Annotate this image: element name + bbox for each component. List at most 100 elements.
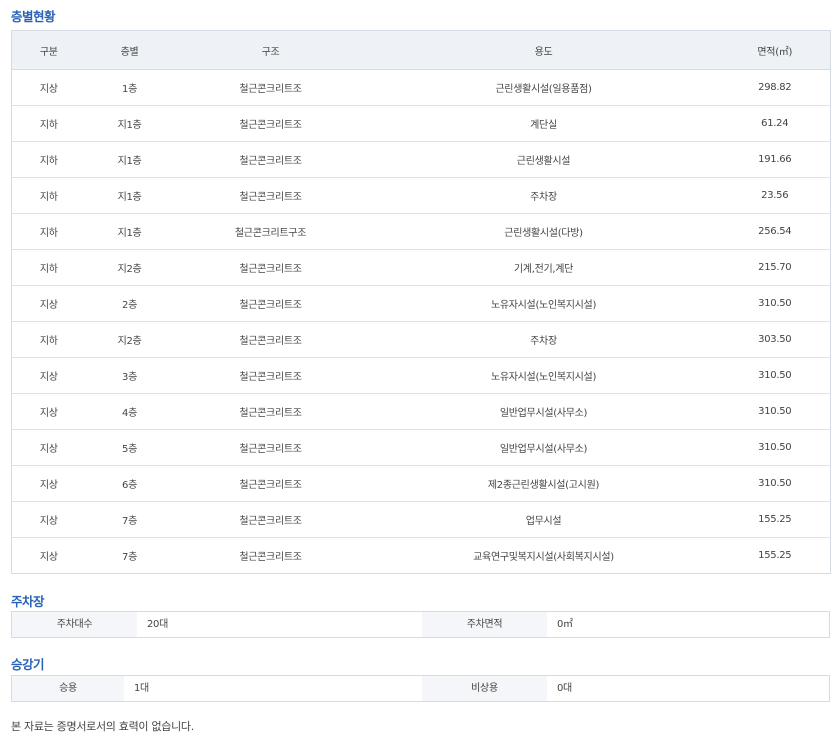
cell-usage: 일반업무시설(사무소) xyxy=(367,393,720,430)
table-row: 지하 지1층 철근콘크리트조 계단실 61.24 xyxy=(11,105,831,142)
cell-floor: 2층 xyxy=(85,285,174,322)
cell-floor: 1층 xyxy=(85,69,174,106)
header-usage: 용도 xyxy=(367,30,720,70)
cell-area: 155.25 xyxy=(758,550,792,561)
cell-usage: 근린생활시설(일용품점) xyxy=(367,69,720,106)
cell-usage: 근린생활시설 xyxy=(367,141,720,178)
parking-area-value: 0㎡ xyxy=(557,619,573,630)
disclaimer-note: 본 자료는 증명서로서의 효력이 없습니다. xyxy=(11,720,194,733)
cell-structure: 철근콘크리트조 xyxy=(173,465,368,502)
table-row: 지상 7층 철근콘크리트조 교육연구및복지시설(사회복지시설) 155.25 xyxy=(12,538,831,574)
cell-area: 310.50 xyxy=(719,357,831,394)
cell-category: 지상 xyxy=(11,393,86,430)
cell-floor: 지1층 xyxy=(85,213,174,250)
cell-area: 191.66 xyxy=(719,141,831,178)
cell-area: 310.50 xyxy=(719,285,831,322)
cell-area: 61.24 xyxy=(719,105,831,142)
cell-area: 298.82 xyxy=(719,69,831,106)
header-area: 면적(㎡) xyxy=(719,30,831,70)
cell-area: 310.50 xyxy=(719,465,831,502)
cell-category: 지하 xyxy=(11,249,86,286)
table-row: 지하 지1층 철근콘크리트조 근린생활시설 191.66 xyxy=(11,141,831,178)
parking-count-value: 20대 xyxy=(147,619,169,630)
floor-status-table: 구분 층별 구조 용도 면적(㎡) 지상 1층 철근콘크리트조 근린생활시설(일용품점… xyxy=(11,30,831,574)
cell-usage: 노유자시설(노인복지시설) xyxy=(367,285,720,322)
cell-floor: 지2층 xyxy=(85,321,174,358)
parking-count-label: 주차대수 xyxy=(12,612,137,637)
cell-category: 지상 xyxy=(11,285,86,322)
cell-structure: 철근콘크리트구조 xyxy=(173,213,368,250)
cell-usage: 제2종근린생활시설(고시원) xyxy=(367,465,720,502)
table-row: 지상 7층 철근콘크리트조 업무시설 155.25 xyxy=(11,501,831,538)
table-row: 지상 5층 철근콘크리트조 일반업무시설(사무소) 310.50 xyxy=(11,429,831,466)
cell-area: 215.70 xyxy=(719,249,831,286)
cell-usage: 노유자시설(노인복지시설) xyxy=(367,357,720,394)
header-category: 구분 xyxy=(11,30,86,70)
table-header-row: 구분 층별 구조 용도 면적(㎡) xyxy=(11,30,831,70)
cell-usage: 주차장 xyxy=(367,177,720,214)
cell-category: 지하 xyxy=(11,321,86,358)
cell-area: 303.50 xyxy=(719,321,831,358)
cell-category: 지상 xyxy=(11,69,86,106)
cell-category: 지상 xyxy=(11,357,86,394)
cell-structure: 철근콘크리트조 xyxy=(173,285,368,322)
parking-title: 주차장 xyxy=(11,594,45,609)
table-row: 지하 지2층 철근콘크리트조 주차장 303.50 xyxy=(11,321,831,358)
cell-floor: 6층 xyxy=(85,465,174,502)
elevator-title: 승강기 xyxy=(11,657,45,672)
cell-floor: 3층 xyxy=(85,357,174,394)
cell-structure: 철근콘크리트조 xyxy=(173,249,368,286)
cell-usage: 근린생활시설(다방) xyxy=(367,213,720,250)
cell-usage: 기계,전기,계단 xyxy=(367,249,720,286)
cell-category: 지상 xyxy=(11,501,86,538)
elevator-passenger-label: 승용 xyxy=(12,676,124,701)
parking-info-box: 주차대수 20대 주차면적 0㎡ xyxy=(11,611,830,638)
cell-area: 23.56 xyxy=(719,177,831,214)
cell-usage: 계단실 xyxy=(367,105,720,142)
table-row: 지상 4층 철근콘크리트조 일반업무시설(사무소) 310.50 xyxy=(11,393,831,430)
cell-floor: 4층 xyxy=(85,393,174,430)
cell-structure: 철근콘크리트조 xyxy=(239,552,302,563)
cell-floor: 5층 xyxy=(85,429,174,466)
header-floor: 층별 xyxy=(85,30,174,70)
elevator-passenger-value: 1대 xyxy=(134,683,149,694)
elevator-emergency-value: 0대 xyxy=(557,683,572,694)
cell-category: 지상 xyxy=(39,552,58,563)
cell-usage: 업무시설 xyxy=(367,501,720,538)
table-row: 지하 지2층 철근콘크리트조 기계,전기,계단 215.70 xyxy=(11,249,831,286)
cell-area: 310.50 xyxy=(719,393,831,430)
cell-structure: 철근콘크리트조 xyxy=(173,105,368,142)
cell-structure: 철근콘크리트조 xyxy=(173,429,368,466)
cell-category: 지하 xyxy=(11,213,86,250)
elevator-info-box: 승용 1대 비상용 0대 xyxy=(11,675,830,702)
table-row: 지하 지1층 철근콘크리트조 주차장 23.56 xyxy=(11,177,831,214)
cell-area: 155.25 xyxy=(719,501,831,538)
cell-category: 지하 xyxy=(11,141,86,178)
floor-status-title: 층별현황 xyxy=(11,9,56,24)
table-row: 지상 6층 철근콘크리트조 제2종근린생활시설(고시원) 310.50 xyxy=(11,465,831,502)
cell-category: 지하 xyxy=(11,177,86,214)
cell-category: 지상 xyxy=(11,429,86,466)
cell-structure: 철근콘크리트조 xyxy=(173,177,368,214)
cell-category: 지상 xyxy=(11,465,86,502)
cell-structure: 철근콘크리트조 xyxy=(173,321,368,358)
cell-usage: 교육연구및복지시설(사회복지시설) xyxy=(473,552,614,563)
cell-structure: 철근콘크리트조 xyxy=(173,141,368,178)
cell-floor: 7층 xyxy=(85,501,174,538)
table-row: 지상 1층 철근콘크리트조 근린생활시설(일용품점) 298.82 xyxy=(11,69,831,106)
cell-structure: 철근콘크리트조 xyxy=(173,357,368,394)
cell-structure: 철근콘크리트조 xyxy=(173,393,368,430)
cell-area: 310.50 xyxy=(719,429,831,466)
cell-floor: 7층 xyxy=(122,552,137,563)
cell-usage: 일반업무시설(사무소) xyxy=(367,429,720,466)
cell-structure: 철근콘크리트조 xyxy=(173,69,368,106)
cell-floor: 지2층 xyxy=(85,249,174,286)
cell-floor: 지1층 xyxy=(85,177,174,214)
cell-usage: 주차장 xyxy=(367,321,720,358)
table-row: 지하 지1층 철근콘크리트구조 근린생활시설(다방) 256.54 xyxy=(11,213,831,250)
cell-floor: 지1층 xyxy=(85,141,174,178)
parking-area-label: 주차면적 xyxy=(422,612,547,637)
cell-structure: 철근콘크리트조 xyxy=(173,501,368,538)
table-row: 지상 3층 철근콘크리트조 노유자시설(노인복지시설) 310.50 xyxy=(11,357,831,394)
elevator-emergency-label: 비상용 xyxy=(422,676,547,701)
